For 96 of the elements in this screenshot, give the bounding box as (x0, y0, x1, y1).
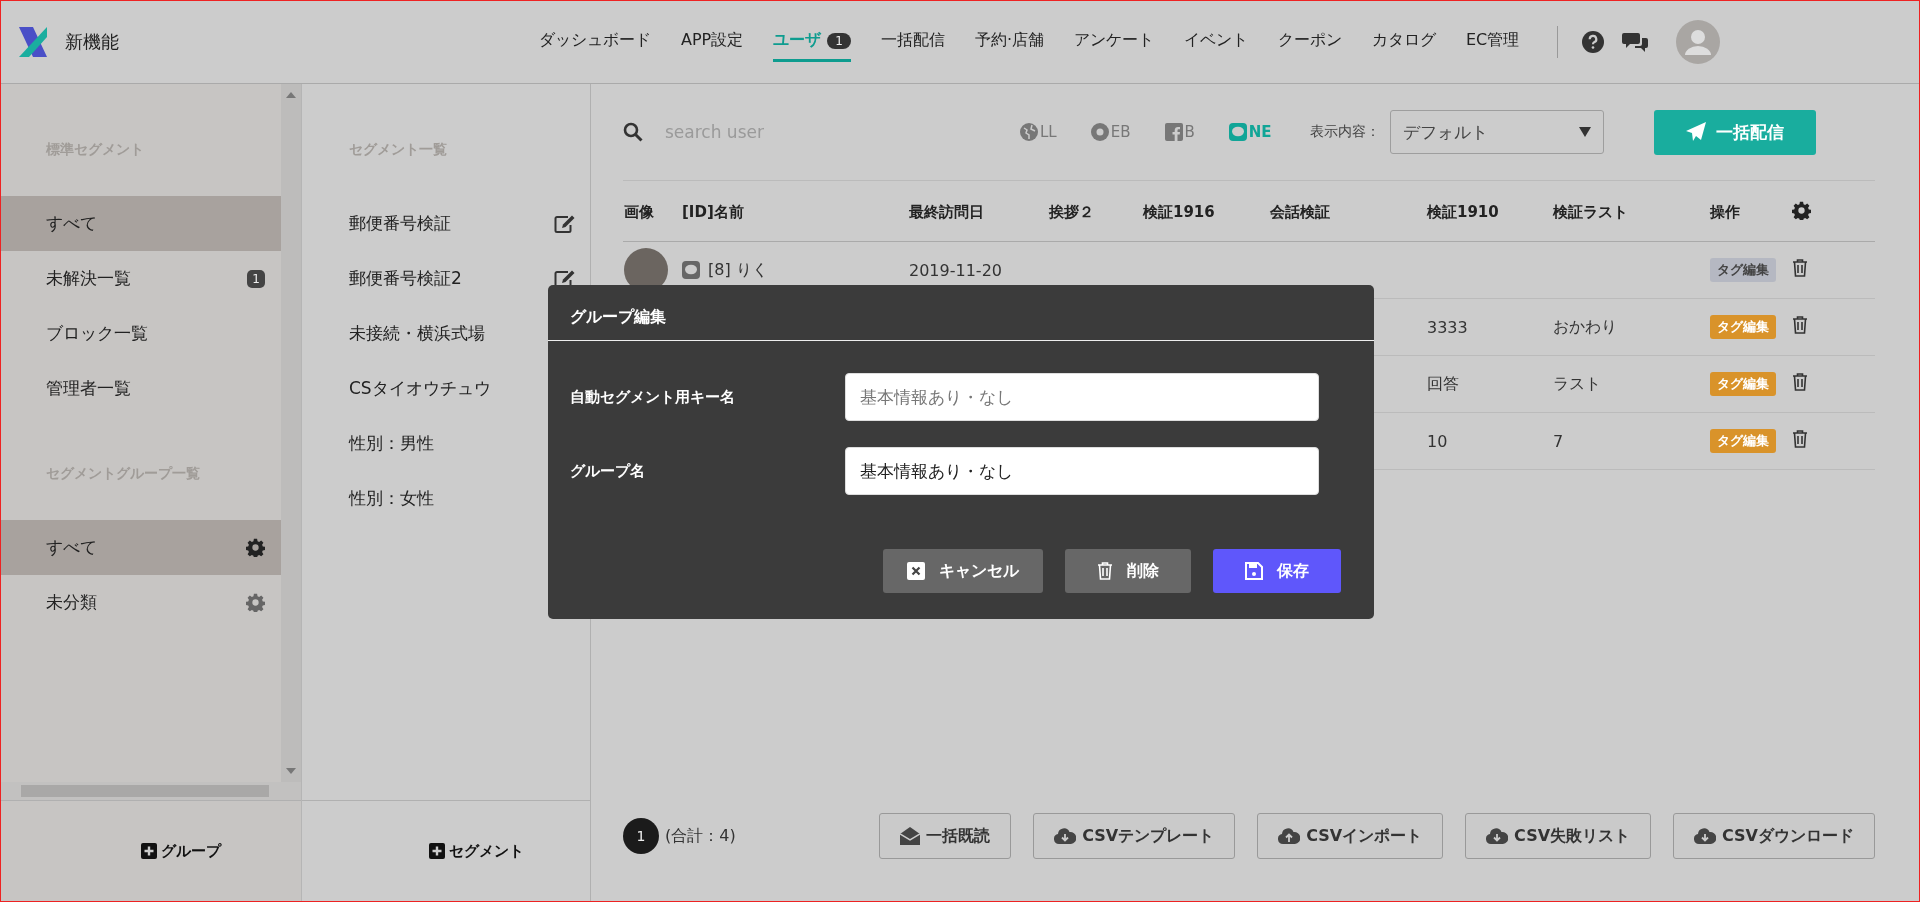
nav-tab[interactable]: カタログ (1372, 22, 1436, 62)
footer-button[interactable]: CSVテンプレート (1033, 813, 1236, 859)
globe-icon (1020, 123, 1038, 141)
page-number[interactable]: 1 (623, 818, 659, 854)
display-label: 表示内容： (1309, 123, 1380, 141)
table-cell: ラスト (1553, 373, 1601, 393)
cloud-download-icon (1694, 828, 1717, 844)
paper-plane-icon (1685, 122, 1706, 142)
footer-button[interactable]: CSV失敗リスト (1465, 813, 1652, 859)
sidebar-item-label: すべて (46, 212, 97, 235)
table-cell: 7 (1553, 431, 1564, 451)
column-header: 最終訪問日 (908, 183, 1048, 242)
column-header: 画像 (623, 183, 681, 242)
segment-item[interactable]: CSタイオウチュウ (349, 377, 491, 400)
sidebar-item-label: 未解決一覧 (46, 267, 131, 290)
edit-icon[interactable] (554, 213, 576, 234)
column-header: [ID]名前 (681, 183, 908, 242)
column-header: 挨拶２ (1048, 183, 1142, 242)
table-cell: 3333 (1427, 317, 1468, 337)
cloud-download-icon (1054, 828, 1077, 844)
nav-tab[interactable]: 一括配信 (880, 22, 945, 62)
settings-icon[interactable] (1792, 200, 1811, 220)
trash-icon (1097, 562, 1113, 580)
nav-tab[interactable]: 予約·店舗 (974, 22, 1044, 62)
sidebar-item-label: すべて (46, 536, 97, 559)
trash-icon[interactable] (1792, 316, 1808, 334)
column-header: 検証ラスト (1552, 183, 1709, 242)
sidebar-item-label: 未分類 (46, 591, 97, 614)
table-cell: おかわり (1553, 316, 1617, 336)
column-header: 会話検証 (1269, 183, 1426, 242)
sidebar-item-label: 管理者一覧 (46, 377, 131, 400)
horizontal-scrollbar[interactable] (1, 782, 301, 800)
field-label: グループ名 (570, 461, 645, 481)
close-icon (907, 562, 925, 580)
column-header: 検証1916 (1142, 183, 1269, 242)
chat-icon[interactable] (1622, 31, 1649, 53)
cloud-download-icon (1486, 828, 1509, 844)
sidebar-item[interactable]: 未解決一覧 1 (1, 251, 281, 306)
trash-icon[interactable] (1792, 373, 1808, 391)
plus-icon (428, 843, 445, 859)
sidebar-item[interactable]: すべて (1, 520, 281, 575)
sidebar-item[interactable]: 管理者一覧 (1, 361, 281, 416)
table-cell: 2019-11-20 (909, 260, 1002, 280)
nav-tab[interactable]: イベント (1184, 22, 1248, 62)
dialog-button[interactable]: 削除 (1065, 549, 1191, 593)
browser-icon (1090, 123, 1109, 141)
dropdown-caret-icon (1578, 127, 1591, 137)
logo-icon (19, 27, 47, 57)
cloud-upload-icon (1278, 828, 1301, 844)
footer-button[interactable]: 一括既読 (879, 813, 1012, 859)
footer-button[interactable]: CSVダウンロード (1673, 813, 1875, 859)
segment-item[interactable]: 郵便番号検証 (349, 212, 451, 235)
segment-item[interactable]: 未接続・横浜式場 (349, 322, 485, 345)
settings-icon[interactable] (246, 538, 265, 557)
nav-tab[interactable]: EC管理 (1466, 22, 1520, 62)
table-cell: 回答 (1427, 373, 1459, 393)
display-select[interactable]: デフォルト (1389, 110, 1604, 154)
chat-bubble-icon (682, 261, 700, 279)
table-cell: 10 (1427, 431, 1448, 451)
chat-bubble-icon (1228, 123, 1247, 141)
segment-item[interactable]: 性別：女性 (349, 487, 434, 510)
field-label: 自動セグメント用キー名 (570, 387, 735, 407)
dialog-title: グループ編集 (548, 285, 1374, 341)
total-count: (合計：4) (665, 825, 736, 847)
footer-button[interactable]: CSVインポート (1257, 813, 1444, 859)
segment-item[interactable]: 郵便番号検証2 (349, 267, 462, 290)
dialog-button[interactable]: 保存 (1213, 549, 1341, 593)
search-icon (623, 122, 643, 142)
add-group-button[interactable]: グループ (135, 840, 227, 862)
vertical-scrollbar[interactable] (281, 84, 301, 782)
nav-tab[interactable]: ダッシュボード (539, 22, 651, 62)
envelope-icon (900, 827, 921, 845)
dialog-button[interactable]: キャンセル (883, 549, 1043, 593)
trash-icon[interactable] (1792, 259, 1808, 277)
count-badge: 1 (247, 269, 265, 288)
trash-icon[interactable] (1792, 430, 1808, 448)
sidebar-item-label: ブロック一覧 (46, 322, 148, 345)
app-name: 新機能 (65, 30, 119, 54)
count-badge: 1 (827, 32, 851, 49)
nav-tab[interactable]: クーポン (1278, 22, 1342, 62)
input-field[interactable]: 基本情報あり・なし (845, 447, 1319, 495)
user-name[interactable]: [8] りく (708, 259, 768, 281)
column-header: 検証1910 (1426, 183, 1552, 242)
help-icon[interactable] (1582, 31, 1605, 53)
nav-tab[interactable]: APP設定 (681, 22, 744, 62)
input-field[interactable]: 基本情報あり・なし (845, 373, 1319, 421)
column-header: 操作 (1709, 183, 1791, 242)
sidebar-item[interactable]: 未分類 (1, 575, 281, 630)
plus-icon (141, 843, 157, 859)
add-segment-button[interactable]: セグメント (422, 840, 530, 862)
sidebar-item[interactable]: ブロック一覧 (1, 306, 281, 361)
nav-tab[interactable]: ユーザ 1 (773, 22, 851, 62)
facebook-icon (1164, 123, 1183, 141)
segment-item[interactable]: 性別：男性 (349, 432, 434, 455)
nav-tab[interactable]: アンケート (1074, 22, 1154, 62)
sidebar-item[interactable]: すべて (1, 196, 281, 251)
